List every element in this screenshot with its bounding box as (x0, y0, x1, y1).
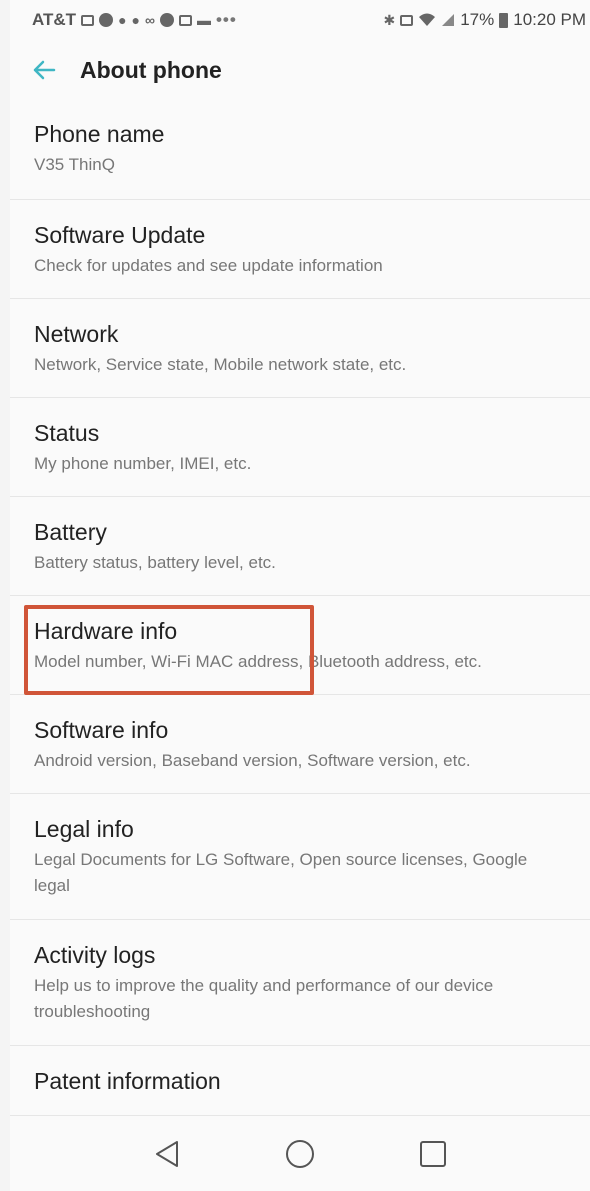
bluetooth-icon: ✱ (383, 12, 396, 28)
signal-icon (442, 14, 455, 26)
nav-home-button[interactable] (270, 1124, 330, 1184)
gallery-icon (178, 14, 192, 26)
item-title: Hardware info (34, 618, 178, 644)
nav-back-button[interactable] (137, 1124, 197, 1184)
status-bar-left: AT&T ● ● ∞ ▬ ••• (32, 10, 237, 30)
clock: 10:20 PM (513, 10, 586, 29)
battery-icon (499, 12, 509, 28)
list-item-network[interactable]: Network Network, Service state, Mobile n… (10, 299, 590, 398)
item-subtitle: Android version, Baseband version, Softw… (34, 751, 471, 770)
item-title: Software Update (34, 222, 206, 248)
battery-percent: 17% (460, 10, 495, 29)
item-subtitle: V35 ThinQ (34, 155, 115, 174)
chrome-icon (159, 13, 174, 27)
wifi-icon (419, 13, 436, 26)
more-notifications-icon: ••• (215, 10, 237, 29)
item-title: Status (34, 420, 100, 446)
triangle-back-icon (155, 1141, 178, 1167)
list-item-software-update[interactable]: Software Update Check for updates and se… (10, 200, 590, 299)
list-item-battery[interactable]: Battery Battery status, battery level, e… (10, 497, 590, 596)
item-subtitle: Check for updates and see update informa… (34, 256, 383, 275)
nfc-icon (400, 14, 414, 26)
status-bar-right: ✱ 17% 10:20 PM (383, 10, 586, 30)
screen: AT&T ● ● ∞ ▬ ••• ✱ 17% 10:20 PM About ph… (10, 0, 590, 1191)
carrier-label: AT&T (32, 10, 77, 29)
item-title: Phone name (34, 121, 165, 147)
item-title: Battery (34, 519, 107, 545)
square-recents-icon (420, 1141, 447, 1167)
item-subtitle: Legal Documents for LG Software, Open so… (34, 850, 528, 895)
list-item-hardware-info[interactable]: Hardware info Model number, Wi-Fi MAC ad… (10, 596, 590, 695)
item-title: Software info (34, 717, 169, 743)
whatsapp-icon (99, 13, 114, 27)
item-subtitle: My phone number, IMEI, etc. (34, 454, 252, 473)
navigation-bar (10, 1117, 590, 1191)
app-bar: About phone (10, 40, 590, 100)
app-icon: ● (131, 12, 140, 28)
item-title: Network (34, 321, 119, 347)
status-bar: AT&T ● ● ∞ ▬ ••• ✱ 17% 10:20 PM (10, 0, 590, 40)
item-subtitle: Network, Service state, Mobile network s… (34, 355, 407, 374)
list-item-phone-name[interactable]: Phone name V35 ThinQ (10, 100, 590, 200)
item-subtitle: Help us to improve the quality and perfo… (34, 976, 494, 1021)
item-subtitle: Model number, Wi-Fi MAC address, Bluetoo… (34, 652, 482, 671)
app-icon: ▬ (196, 12, 211, 28)
list-item-status[interactable]: Status My phone number, IMEI, etc. (10, 398, 590, 497)
item-title: Patent information (34, 1068, 221, 1094)
item-title: Legal info (34, 816, 134, 842)
page-title: About phone (80, 56, 222, 83)
back-arrow-icon (33, 60, 56, 80)
settings-list: Phone name V35 ThinQ Software Update Che… (10, 100, 590, 1116)
message-icon (81, 14, 95, 26)
item-subtitle: Battery status, battery level, etc. (34, 553, 276, 572)
voicemail-icon: ∞ (145, 12, 155, 28)
circle-home-icon (285, 1140, 314, 1168)
nav-recents-button[interactable] (403, 1124, 463, 1184)
back-button[interactable] (24, 50, 64, 90)
app-icon: ● (118, 12, 127, 28)
list-item-activity-logs[interactable]: Activity logs Help us to improve the qua… (10, 920, 590, 1046)
item-title: Activity logs (34, 942, 156, 968)
list-item-legal-info[interactable]: Legal info Legal Documents for LG Softwa… (10, 794, 590, 920)
list-item-patent-information[interactable]: Patent information (10, 1046, 590, 1116)
list-item-software-info[interactable]: Software info Android version, Baseband … (10, 695, 590, 794)
